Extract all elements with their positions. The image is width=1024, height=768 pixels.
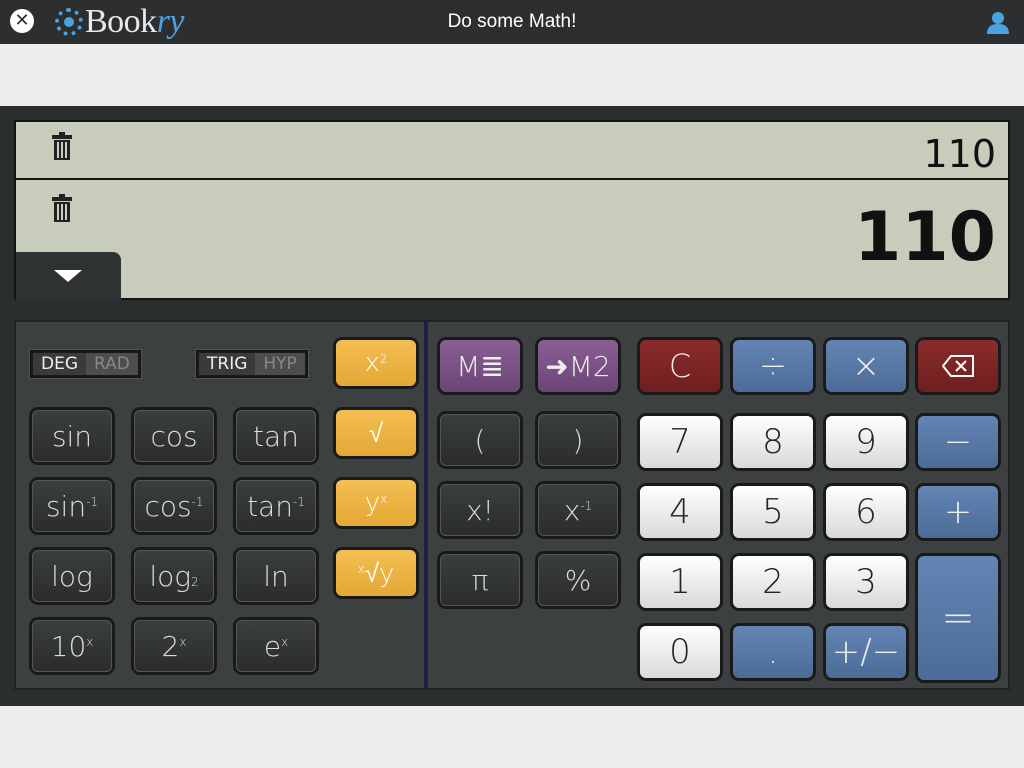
digit-5-button[interactable]: 5 bbox=[733, 486, 813, 538]
deg-option[interactable]: DEG bbox=[33, 353, 87, 375]
digit-7-button[interactable]: 7 bbox=[640, 416, 720, 468]
atan-button[interactable]: tan -1 bbox=[236, 480, 316, 532]
backspace-icon bbox=[942, 355, 974, 377]
exp-button[interactable]: ex bbox=[236, 620, 316, 672]
rad-option[interactable]: RAD bbox=[86, 353, 138, 375]
close-paren-button[interactable]: ) bbox=[538, 414, 618, 466]
trash-icon[interactable] bbox=[52, 194, 72, 222]
pi-button[interactable]: π bbox=[440, 554, 520, 606]
tan-button[interactable]: tan bbox=[236, 410, 316, 462]
digit-9-button[interactable]: 9 bbox=[826, 416, 906, 468]
power-button[interactable]: yx bbox=[336, 480, 416, 526]
digit-1-button[interactable]: 1 bbox=[640, 556, 720, 608]
digit-2-button[interactable]: 2 bbox=[733, 556, 813, 608]
keypad-panel: DEG RAD TRIG HYP x2 √ yx x √y sin cos tan… bbox=[14, 320, 1010, 690]
sqrt-button[interactable]: √ bbox=[336, 410, 416, 456]
log-button[interactable]: log bbox=[32, 550, 112, 602]
display: 110 110 bbox=[14, 120, 1010, 300]
store-m2-button[interactable]: ➜M2 bbox=[538, 340, 618, 392]
open-paren-button[interactable]: ( bbox=[440, 414, 520, 466]
decimal-button[interactable]: . bbox=[733, 626, 813, 678]
pow2-button[interactable]: 2x bbox=[134, 620, 214, 672]
digit-6-button[interactable]: 6 bbox=[826, 486, 906, 538]
panel-divider bbox=[424, 322, 428, 688]
log2-button[interactable]: log 2 bbox=[134, 550, 214, 602]
digit-0-button[interactable]: 0 bbox=[640, 626, 720, 678]
backspace-button[interactable] bbox=[918, 340, 998, 392]
sin-button[interactable]: sin bbox=[32, 410, 112, 462]
asin-button[interactable]: sin -1 bbox=[32, 480, 112, 532]
digit-8-button[interactable]: 8 bbox=[733, 416, 813, 468]
digit-3-button[interactable]: 3 bbox=[826, 556, 906, 608]
divide-button[interactable]: ÷ bbox=[733, 340, 813, 392]
hyp-option[interactable]: HYP bbox=[255, 353, 305, 375]
equals-button[interactable]: = bbox=[918, 556, 998, 680]
angle-mode-toggle[interactable]: DEG RAD bbox=[30, 350, 141, 378]
top-bar: ✕ Bookry Do some Math! bbox=[0, 0, 1024, 44]
digit-4-button[interactable]: 4 bbox=[640, 486, 720, 538]
square-button[interactable]: x2 bbox=[336, 340, 416, 386]
page-title: Do some Math! bbox=[447, 11, 577, 32]
trash-icon[interactable] bbox=[52, 132, 72, 160]
reciprocal-button[interactable]: x -1 bbox=[538, 484, 618, 536]
negate-button[interactable]: +/− bbox=[826, 626, 906, 678]
chevron-down-icon[interactable] bbox=[16, 252, 121, 300]
trig-mode-toggle[interactable]: TRIG HYP bbox=[196, 350, 308, 378]
history-value: 110 bbox=[923, 132, 996, 176]
root-button[interactable]: x √y bbox=[336, 550, 416, 596]
factorial-button[interactable]: x! bbox=[440, 484, 520, 536]
pow10-button[interactable]: 10 x bbox=[32, 620, 112, 672]
result-row: 110 bbox=[16, 182, 1008, 300]
calculator: 110 110 DEG RAD TRIG HYP x2 √ y x x √y s… bbox=[0, 106, 1024, 706]
memory-list-button[interactable]: M≣ bbox=[440, 340, 520, 392]
cos-button[interactable]: cos bbox=[134, 410, 214, 462]
multiply-button[interactable]: × bbox=[826, 340, 906, 392]
user-icon[interactable] bbox=[986, 10, 1010, 34]
history-row: 110 bbox=[16, 122, 1008, 180]
trig-option[interactable]: TRIG bbox=[199, 353, 256, 375]
percent-button[interactable]: % bbox=[538, 554, 618, 606]
main-value: 110 bbox=[854, 198, 996, 277]
acos-button[interactable]: cos -1 bbox=[134, 480, 214, 532]
minus-button[interactable]: − bbox=[918, 416, 998, 468]
plus-button[interactable]: + bbox=[918, 486, 998, 538]
clear-button[interactable]: C bbox=[640, 340, 720, 392]
ln-button[interactable]: ln bbox=[236, 550, 316, 602]
